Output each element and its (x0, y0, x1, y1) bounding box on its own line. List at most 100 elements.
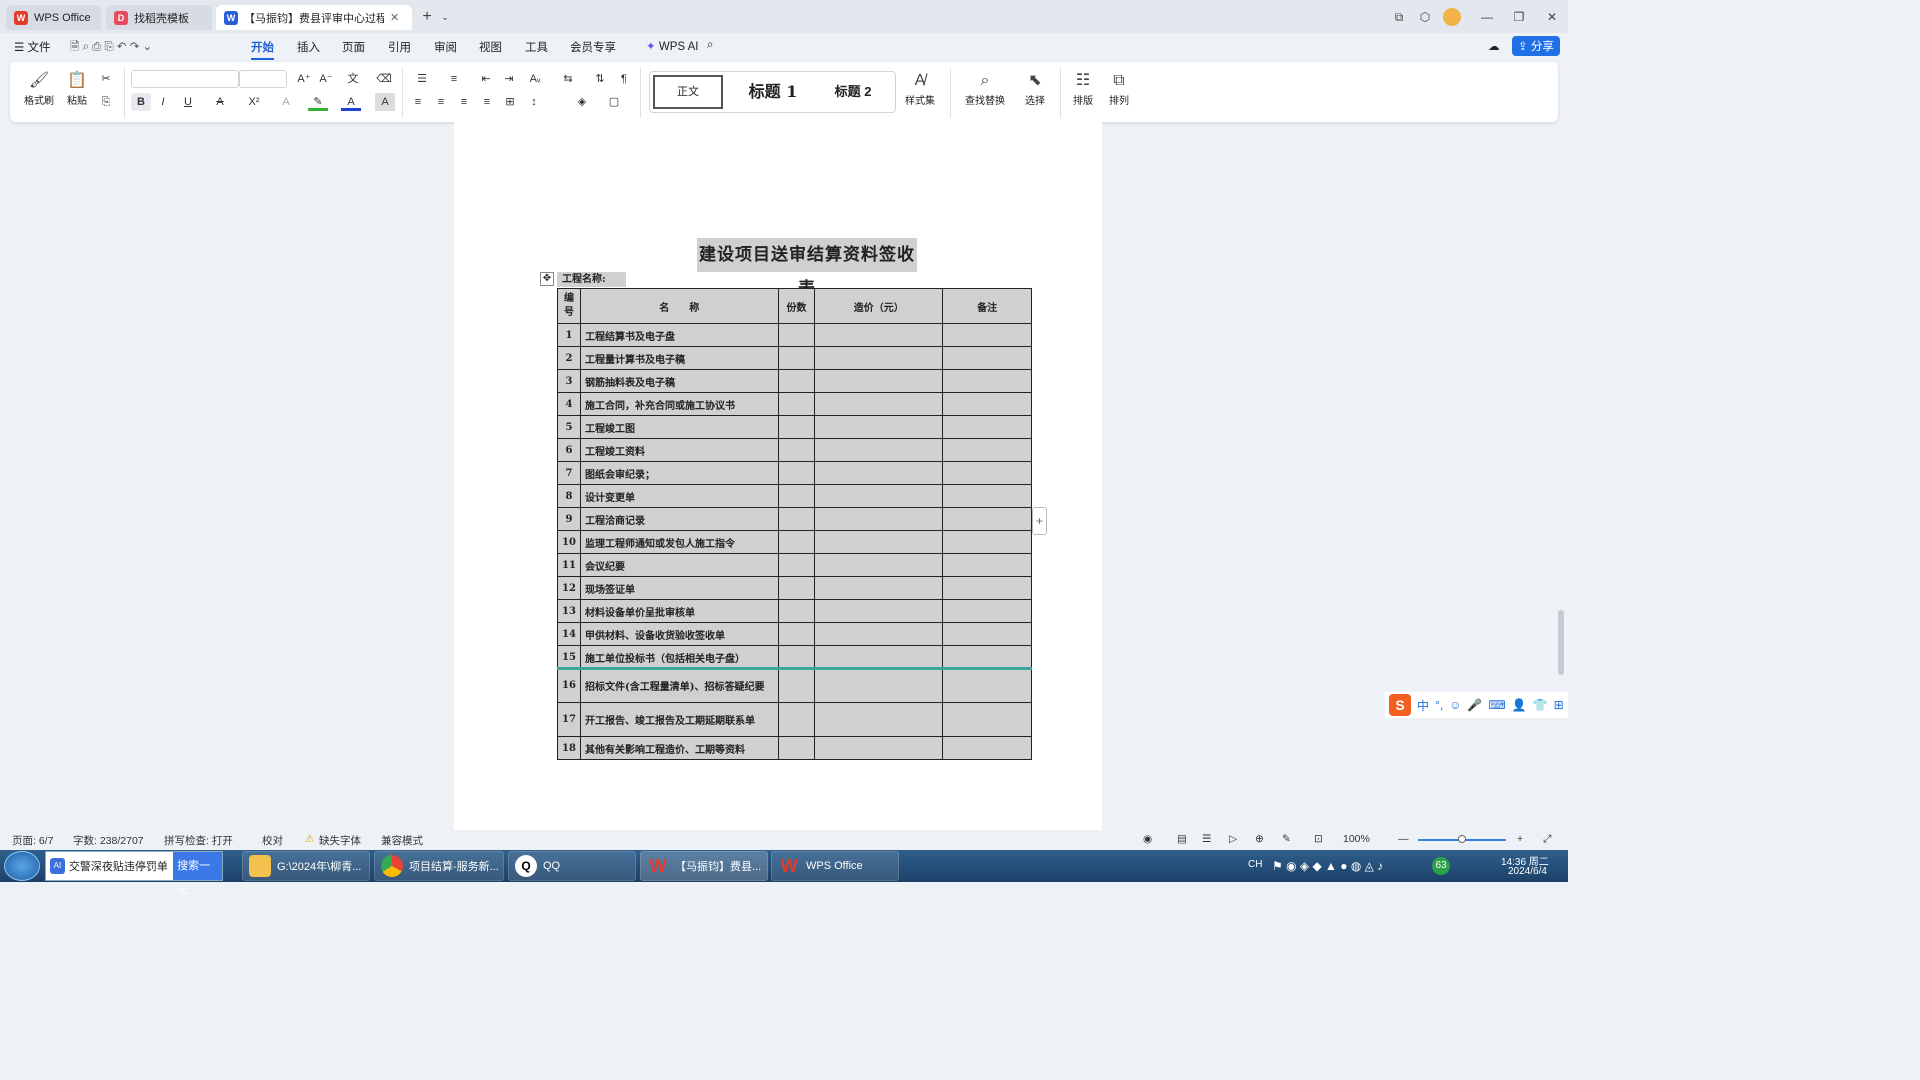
increase-indent-icon[interactable]: ⇥ (499, 70, 519, 88)
vertical-scrollbar-thumb[interactable] (1558, 610, 1564, 675)
cell-number[interactable]: 17 (557, 702, 581, 737)
select-button[interactable]: ⬉ 选择 (1017, 70, 1053, 107)
highlight-icon[interactable]: ✎ (308, 93, 328, 111)
tab-page[interactable]: 页面 (342, 39, 365, 55)
cell-name[interactable]: 工程结算书及电子盘 (579, 323, 779, 347)
ime-mode[interactable]: 中 (1417, 697, 1429, 714)
superscript-icon[interactable]: X² (244, 93, 264, 111)
tab-view[interactable]: 视图 (479, 39, 502, 55)
cell-cost[interactable] (814, 507, 944, 531)
show-marks-icon[interactable]: ¶ (614, 70, 634, 88)
clear-format-icon[interactable]: ⌫ (374, 70, 394, 88)
cell-remark[interactable] (942, 668, 1032, 703)
cell-remark[interactable] (942, 507, 1032, 531)
cell-cost[interactable] (814, 438, 944, 462)
table-move-handle[interactable]: ✥ (540, 272, 554, 286)
page-indicator[interactable]: 页面: 6/7 (12, 833, 53, 848)
cell-remark[interactable] (942, 553, 1032, 577)
search-button[interactable]: 搜索一下 (173, 852, 223, 900)
grid-icon[interactable]: ⊞ (1554, 698, 1564, 712)
tab-document[interactable]: W 【马振钧】费县评审中心过程... ✕ (216, 5, 412, 30)
quick-access-icons[interactable]: 🗎 ⌕ ⎙ ⎘ ↶ ↷ ⌄ (70, 39, 152, 58)
file-menu[interactable]: ☰ 文件 (14, 39, 51, 55)
header-copies[interactable]: 份数 (777, 288, 816, 324)
header-name[interactable]: 名 称 (579, 288, 779, 324)
close-icon[interactable]: ✕ (390, 11, 399, 24)
style-heading-2[interactable]: 标题 2 (818, 75, 888, 109)
cell-cost[interactable] (814, 553, 944, 577)
cell-remark[interactable] (942, 645, 1032, 669)
cell-name[interactable]: 施工单位投标书（包括相关电子盘） (579, 645, 779, 669)
window-layout-icon[interactable]: ⧉ (1390, 8, 1408, 26)
cell-number[interactable]: 15 (557, 645, 581, 669)
cell-copies[interactable] (777, 461, 816, 485)
cell-name[interactable]: 会议纪要 (579, 553, 779, 577)
border-icon[interactable]: ▢ (604, 93, 624, 111)
cell-copies[interactable] (777, 369, 816, 393)
cell-name[interactable]: 设计变更单 (579, 484, 779, 508)
cell-cost[interactable] (814, 702, 944, 737)
ime-toolbar[interactable]: S 中 °, ☺ 🎤 ⌨ 👤 👕 ⊞ (1385, 692, 1568, 718)
align-left-icon[interactable]: ≡ (408, 93, 428, 111)
text-effect-icon[interactable]: A (276, 93, 296, 111)
zoom-slider-thumb[interactable] (1458, 835, 1466, 843)
cell-name[interactable]: 工程量计算书及电子稿 (579, 346, 779, 370)
cell-number[interactable]: 4 (557, 392, 581, 416)
cube-icon[interactable]: ⬡ (1416, 8, 1434, 26)
cell-name[interactable]: 钢筋抽料表及电子稿 (579, 369, 779, 393)
cell-cost[interactable] (814, 576, 944, 600)
cell-cost[interactable] (814, 323, 944, 347)
align-right-icon[interactable]: ≡ (454, 93, 474, 111)
restore-icon[interactable]: ❐ (1510, 8, 1528, 26)
avatar[interactable] (1443, 8, 1461, 26)
style-set-button[interactable]: A̸ 样式集 (900, 70, 940, 107)
zoom-level[interactable]: 100% (1343, 833, 1370, 845)
cell-name[interactable]: 招标文件(含工程量清单)、招标答疑纪要 (579, 668, 779, 703)
cell-copies[interactable] (777, 576, 816, 600)
pen-icon[interactable]: ✎ (1282, 833, 1291, 845)
cell-remark[interactable] (942, 392, 1032, 416)
shading-icon[interactable]: ◈ (572, 93, 592, 111)
underline-icon[interactable]: U (178, 93, 198, 111)
tray-badge[interactable]: 63 (1432, 857, 1450, 875)
grow-font-icon[interactable]: A⁺ (294, 70, 314, 88)
cell-name[interactable]: 开工报告、竣工报告及工期延期联系单 (579, 702, 779, 737)
start-button[interactable] (4, 851, 40, 881)
cell-cost[interactable] (814, 622, 944, 646)
copy-icon[interactable]: ⎘ (96, 93, 116, 111)
share-button[interactable]: ⇪ 分享 (1512, 36, 1560, 56)
numbered-list-icon[interactable]: ≡ (444, 70, 464, 88)
fullscreen-icon[interactable]: ⤢ (1543, 833, 1551, 846)
cell-number[interactable]: 18 (557, 736, 581, 760)
cell-remark[interactable] (942, 438, 1032, 462)
sort-icon[interactable]: ⇅ (590, 70, 610, 88)
cell-name[interactable]: 材料设备单价呈批审核单 (579, 599, 779, 623)
cell-copies[interactable] (777, 553, 816, 577)
new-tab-icon[interactable]: + (418, 8, 436, 26)
strikethrough-icon[interactable]: A (210, 93, 230, 111)
paste-button[interactable]: 📋 粘贴 (62, 70, 92, 107)
microphone-icon[interactable]: 🎤 (1467, 698, 1482, 712)
cell-remark[interactable] (942, 530, 1032, 554)
cell-cost[interactable] (814, 392, 944, 416)
cell-copies[interactable] (777, 702, 816, 737)
cell-number[interactable]: 9 (557, 507, 581, 531)
cell-number[interactable]: 6 (557, 438, 581, 462)
search-box[interactable]: AI 交警深夜贴违停罚单 搜索一下 (45, 851, 223, 900)
skin-icon[interactable]: 👕 (1533, 698, 1548, 712)
zoom-out-icon[interactable]: — (1398, 833, 1409, 845)
cell-copies[interactable] (777, 507, 816, 531)
text-direction-icon[interactable]: ⇆ (558, 70, 578, 88)
cell-name[interactable]: 图纸会审纪录； (579, 461, 779, 485)
cell-remark[interactable] (942, 323, 1032, 347)
bold-icon[interactable]: B (131, 93, 151, 111)
tab-review[interactable]: 审阅 (434, 39, 457, 55)
chevron-down-icon[interactable]: ⌄ (436, 8, 454, 26)
cell-remark[interactable] (942, 702, 1032, 737)
cell-remark[interactable] (942, 622, 1032, 646)
cell-number[interactable]: 1 (557, 323, 581, 347)
cell-number[interactable]: 8 (557, 484, 581, 508)
cut-icon[interactable]: ✂ (96, 70, 116, 88)
taskbar-item-qq[interactable]: Q QQ (508, 851, 636, 881)
cell-number[interactable]: 12 (557, 576, 581, 600)
